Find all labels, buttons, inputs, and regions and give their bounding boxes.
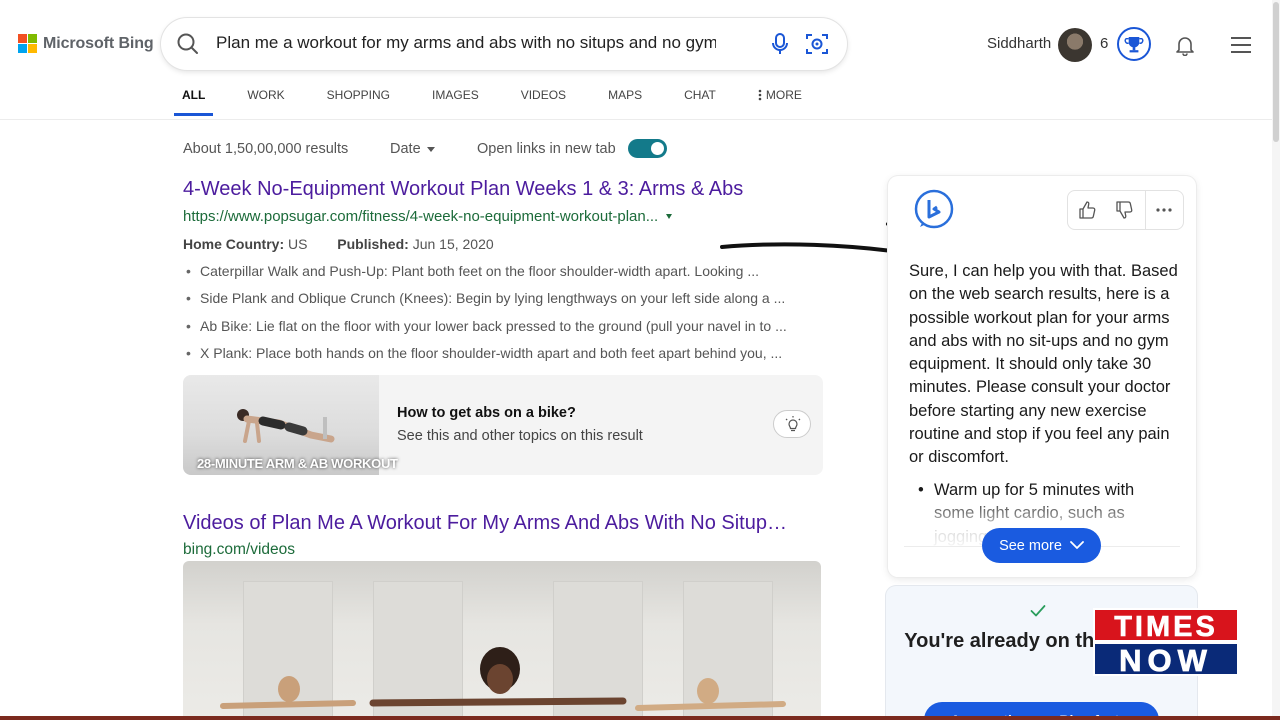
user-name[interactable]: Siddharth <box>987 35 1051 52</box>
result-url[interactable]: https://www.popsugar.com/fitness/4-week-… <box>183 208 673 225</box>
tab-work[interactable]: WORK <box>247 88 284 102</box>
camera-icon[interactable] <box>804 31 830 57</box>
see-more-label: See more <box>999 537 1062 554</box>
bing-logo[interactable]: Microsoft Bing <box>18 34 154 53</box>
avatar[interactable] <box>1058 28 1092 62</box>
result-facts: Home Country: US Published: Jun 15, 2020 <box>183 236 494 252</box>
workout-instructors-image <box>220 647 786 711</box>
list-item: Ab Bike: Lie flat on the floor with your… <box>186 318 816 345</box>
result-url-text: https://www.popsugar.com/fitness/4-week-… <box>183 208 659 225</box>
thumbs-down-icon <box>1116 201 1133 219</box>
related-question-subtext: See this and other topics on this result <box>397 428 643 444</box>
search-box[interactable]: Plan me a workout for my arms and abs wi… <box>161 18 847 70</box>
tab-more[interactable]: MORE <box>758 88 802 102</box>
video-result-title[interactable]: Videos of Plan Me A Workout For My Arms … <box>183 512 787 535</box>
person-plank-image <box>237 409 335 443</box>
times-now-logo: TIMES NOW <box>1093 608 1239 676</box>
trophy-icon[interactable] <box>1117 27 1151 61</box>
video-result-url[interactable]: bing.com/videos <box>183 541 295 559</box>
ellipsis-icon <box>1156 208 1172 212</box>
tab-videos[interactable]: VIDEOS <box>521 88 566 102</box>
feedback-bar <box>1067 190 1184 230</box>
tab-chat[interactable]: CHAT <box>684 88 716 102</box>
scrollbar-thumb[interactable] <box>1273 2 1279 142</box>
published-label: Published: <box>337 236 409 252</box>
chat-response-text: Sure, I can help you with that. Based on… <box>909 262 1178 467</box>
home-country-value: US <box>288 236 308 252</box>
results-meta: About 1,50,00,000 results Date Open link… <box>183 139 667 158</box>
video-thumbnail[interactable] <box>183 561 821 720</box>
hamburger-icon[interactable] <box>1230 36 1252 54</box>
search-icon[interactable] <box>175 31 201 57</box>
caret-down-icon[interactable] <box>666 214 673 219</box>
tab-shopping[interactable]: SHOPPING <box>327 88 390 102</box>
home-country-label: Home Country: <box>183 236 285 252</box>
related-question-card[interactable]: 28-MINUTE ARM & AB WORKOUT How to get ab… <box>183 375 823 475</box>
bing-chat-icon <box>914 189 954 229</box>
bing-chat-card: Sure, I can help you with that. Based on… <box>888 176 1196 577</box>
more-options-button[interactable] <box>1146 191 1183 229</box>
date-filter[interactable]: Date <box>390 141 477 157</box>
microphone-icon[interactable] <box>768 31 792 57</box>
like-button[interactable] <box>1068 191 1105 229</box>
workout-thumbnail[interactable]: 28-MINUTE ARM & AB WORKOUT <box>183 375 398 475</box>
date-filter-label: Date <box>390 140 421 157</box>
microsoft-logo-icon <box>18 34 37 53</box>
see-more-button[interactable]: See more <box>982 528 1101 563</box>
lightbulb-icon <box>785 416 801 432</box>
caret-down-icon <box>426 147 435 152</box>
dislike-button[interactable] <box>1105 191 1142 229</box>
thumbs-up-icon <box>1079 201 1096 219</box>
times-now-line2: NOW <box>1119 643 1213 676</box>
bell-icon[interactable] <box>1174 34 1196 56</box>
header: Microsoft Bing Plan me a workout for my … <box>0 0 1280 120</box>
thumbnail-caption: 28-MINUTE ARM & AB WORKOUT <box>197 456 398 471</box>
published-value: Jun 15, 2020 <box>412 236 494 252</box>
times-now-line1: TIMES <box>1114 611 1218 643</box>
tab-images[interactable]: IMAGES <box>432 88 479 102</box>
list-item: X Plank: Place both hands on the floor s… <box>186 345 816 372</box>
lightbulb-button[interactable] <box>773 410 811 438</box>
chevron-down-icon <box>1070 541 1084 549</box>
search-tabs: ALL WORK SHOPPING IMAGES VIDEOS MAPS CHA… <box>173 88 844 116</box>
result-title[interactable]: 4-Week No-Equipment Workout Plan Weeks 1… <box>183 178 743 201</box>
tab-more-label: MORE <box>765 88 802 102</box>
rewards-points[interactable]: 6 <box>1100 35 1108 52</box>
kebab-icon <box>758 89 762 101</box>
list-item: Side Plank and Oblique Crunch (Knees): B… <box>186 290 816 317</box>
tab-all[interactable]: ALL <box>173 88 214 116</box>
brand-name: Microsoft Bing <box>43 34 154 52</box>
related-question[interactable]: How to get abs on a bike? <box>397 405 576 421</box>
new-tab-toggle[interactable] <box>627 139 667 158</box>
tab-maps[interactable]: MAPS <box>608 88 642 102</box>
checkmark-icon <box>1030 605 1046 617</box>
new-tab-label: Open links in new tab <box>477 140 616 157</box>
search-input[interactable]: Plan me a workout for my arms and abs wi… <box>216 33 716 53</box>
bottom-border <box>0 716 1280 720</box>
result-count: About 1,50,00,000 results <box>183 140 349 157</box>
